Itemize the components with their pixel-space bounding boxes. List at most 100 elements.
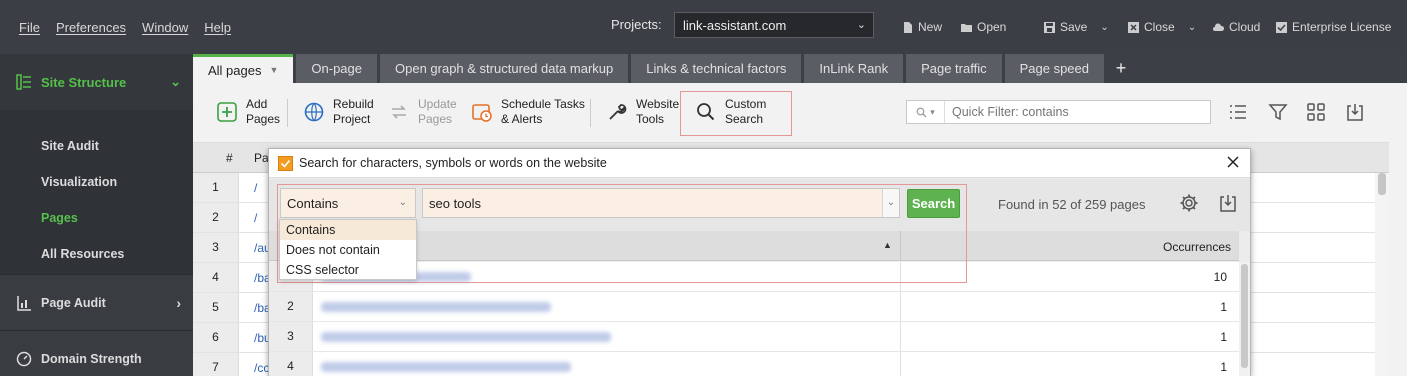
new-file-icon (904, 21, 912, 33)
column-number[interactable]: # (226, 151, 233, 165)
custom-search-button[interactable]: Custom Search (695, 97, 766, 127)
enterprise-license-button[interactable]: Enterprise License (1276, 20, 1391, 34)
gear-icon[interactable] (1179, 193, 1199, 213)
results-scrollbar[interactable] (1239, 262, 1250, 376)
floppy-icon (1044, 21, 1055, 33)
tab-links-technical[interactable]: Links & technical factors (631, 54, 802, 83)
row-number: 3 (193, 233, 239, 262)
sidebar-section-domain-strength[interactable]: Domain Strength (0, 330, 193, 376)
project-select[interactable]: link-assistant.com ⌄ (674, 12, 874, 38)
row-number: 7 (193, 353, 239, 376)
column-divider (900, 322, 901, 352)
search-query-value: seo tools (429, 195, 482, 211)
tab-page-speed[interactable]: Page speed (1004, 54, 1105, 83)
filter-icon[interactable] (1268, 102, 1288, 122)
sidebar-item-visualization[interactable]: Visualization (0, 164, 193, 200)
page-audit-icon (17, 295, 31, 311)
app-check-icon (278, 155, 293, 171)
search-icon (916, 107, 927, 117)
schedule-tasks-button[interactable]: Schedule Tasks & Alerts (471, 97, 585, 127)
option-css-selector[interactable]: CSS selector (280, 260, 416, 280)
add-pages-button[interactable]: Add Pages (216, 97, 280, 127)
tab-open-graph[interactable]: Open graph & structured data markup (380, 54, 629, 83)
result-row[interactable]: 21 (269, 292, 1239, 322)
menu-file[interactable]: File (19, 20, 40, 35)
tab-bar: All pages ▼ On-page Open graph & structu… (193, 54, 1407, 83)
option-does-not-contain[interactable]: Does not contain (280, 240, 416, 260)
result-row[interactable]: 31 (269, 322, 1239, 352)
quick-filter-search-icon[interactable]: ▾ (907, 101, 945, 123)
close-dropdown-icon[interactable]: ⌄ (1188, 22, 1196, 33)
occurrences-value: 1 (1220, 300, 1227, 314)
update-pages-button[interactable]: Update Pages (388, 97, 457, 127)
row-number: 1 (193, 173, 239, 202)
column-divider (900, 352, 901, 376)
quick-filter-input[interactable] (945, 105, 1205, 119)
tab-on-page[interactable]: On-page (296, 54, 377, 83)
rebuild-project-button[interactable]: Rebuild Project (303, 97, 374, 127)
website-tools-button[interactable]: Website Tools (606, 97, 679, 127)
site-structure-icon (16, 74, 31, 90)
export-icon[interactable] (1345, 102, 1365, 122)
chevron-down-icon[interactable]: ⌄ (882, 189, 899, 217)
save-dropdown-icon[interactable]: ⌄ (1100, 22, 1108, 33)
result-row[interactable]: 41 (269, 352, 1239, 376)
scrollbar-thumb[interactable] (1378, 173, 1386, 195)
main-menu: File Preferences Window Help (0, 20, 231, 35)
sort-ascending-icon[interactable]: ▲ (883, 240, 892, 250)
list-view-icon[interactable] (1228, 102, 1248, 122)
tab-inlink-rank[interactable]: InLink Rank (804, 54, 904, 83)
column-occurrences[interactable]: Occurrences (1163, 240, 1231, 254)
add-tab-icon[interactable]: + (1107, 54, 1135, 83)
option-contains[interactable]: Contains (280, 220, 416, 240)
pages-grid-scrollbar[interactable] (1375, 173, 1389, 376)
search-mode-value: Contains (287, 196, 339, 211)
occurrences-value: 10 (1213, 270, 1227, 284)
row-number: 2 (269, 292, 313, 321)
update-icon (392, 105, 406, 119)
menu-preferences[interactable]: Preferences (56, 20, 126, 35)
search-mode-select[interactable]: Contains ⌄ (280, 188, 416, 218)
sidebar-item-pages[interactable]: Pages (0, 200, 193, 236)
menu-help[interactable]: Help (204, 20, 231, 35)
blurred-url (321, 362, 571, 372)
sidebar-section-page-audit[interactable]: Page Audit › (0, 274, 193, 330)
chevron-down-icon: ⌄ (856, 19, 866, 31)
menu-window[interactable]: Window (142, 20, 188, 35)
menubar: File Preferences Window Help Projects: l… (0, 0, 1407, 54)
export-icon[interactable] (1218, 193, 1238, 213)
search-mode-dropdown: Contains Does not contain CSS selector (279, 219, 417, 280)
new-button[interactable]: New (902, 20, 942, 34)
schedule-icon (472, 104, 492, 122)
checkbox-icon (1276, 21, 1287, 33)
sidebar-item-site-audit[interactable]: Site Audit (0, 128, 193, 164)
cloud-button[interactable]: Cloud (1213, 20, 1260, 34)
projects-label: Projects: (611, 17, 662, 32)
chevron-down-icon: ⌄ (170, 74, 181, 89)
column-page[interactable]: Pa (254, 151, 269, 165)
sidebar-section-site-structure[interactable]: Site Structure ⌄ (0, 54, 193, 110)
occurrences-value: 1 (1220, 330, 1227, 344)
close-button[interactable]: Close ⌄ (1128, 20, 1196, 34)
row-number: 4 (193, 263, 239, 292)
sidebar-item-all-resources[interactable]: All Resources (0, 236, 193, 272)
quick-filter: ▾ (906, 100, 1211, 124)
row-number: 4 (269, 352, 313, 376)
wrench-icon (609, 104, 627, 120)
scrollbar-thumb[interactable] (1241, 264, 1248, 368)
dialog-titlebar: Search for characters, symbols or words … (269, 149, 1250, 178)
chevron-down-icon: ⌄ (398, 197, 407, 208)
page-url-link[interactable]: / (254, 181, 257, 195)
page-url-link[interactable]: / (254, 211, 257, 225)
chevron-down-icon[interactable]: ▼ (269, 65, 278, 75)
search-button[interactable]: Search (907, 189, 960, 218)
close-icon[interactable] (1224, 153, 1242, 171)
chevron-down-icon: ▾ (930, 106, 935, 117)
search-query-input[interactable]: seo tools ⌄ (422, 188, 900, 218)
tab-all-pages[interactable]: All pages ▼ (193, 54, 294, 83)
save-button[interactable]: Save ⌄ (1044, 20, 1109, 34)
tab-page-traffic[interactable]: Page traffic (906, 54, 1002, 83)
open-button[interactable]: Open (961, 20, 1006, 34)
cloud-icon (1213, 22, 1224, 31)
grid-view-icon[interactable] (1306, 102, 1326, 122)
